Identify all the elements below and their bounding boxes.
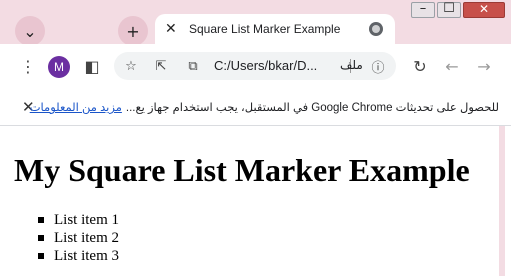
list-item: List item 2 <box>38 229 119 247</box>
new-tab-button[interactable]: + <box>118 16 148 46</box>
reload-icon: ↻ <box>413 56 427 76</box>
infobar-message: للحصول على تحديثات Google Chrome في المس… <box>125 102 499 114</box>
page-heading: My Square List Marker Example <box>14 152 470 188</box>
maximize-icon: ☐ <box>443 1 455 16</box>
list-item-text: List item 2 <box>54 229 119 246</box>
browser-toolbar: ⋮ M ◧ ☆ ⇱ ⧉ C:/Users/bkar/D... ملف ⓘ ↻ ←… <box>0 44 511 88</box>
title-bar: – ☐ ✕ ⌄ + ✕ Square List Marker Example <box>0 0 511 46</box>
tab-close-icon[interactable]: ✕ <box>165 21 183 37</box>
window-controls: – ☐ ✕ <box>411 1 505 18</box>
star-icon[interactable]: ☆ <box>122 57 140 75</box>
side-panel-button[interactable]: ◧ <box>80 54 104 78</box>
learn-more-link[interactable]: مزيد من المعلومات <box>30 100 122 114</box>
maximize-button[interactable]: ☐ <box>437 1 461 18</box>
plus-icon: + <box>126 21 140 41</box>
update-infobar: ✕ للحصول على تحديثات Google Chrome في ال… <box>0 88 511 126</box>
infobar-message-row: للحصول على تحديثات Google Chrome في المس… <box>30 100 499 114</box>
square-marker <box>38 235 44 241</box>
tab-title: Square List Marker Example <box>189 22 341 36</box>
info-icon[interactable]: ⓘ <box>369 57 387 76</box>
list-item-text: List item 1 <box>54 211 119 228</box>
minimize-icon: – <box>419 1 427 16</box>
profile-avatar[interactable]: M <box>48 56 70 78</box>
tab-search-button[interactable]: ⌄ <box>15 16 45 46</box>
list-item: List item 1 <box>38 211 119 229</box>
close-icon: ✕ <box>478 2 490 16</box>
more-vert-icon: ⋮ <box>20 56 36 76</box>
tab-active[interactable]: ✕ Square List Marker Example <box>155 14 395 44</box>
share-icon[interactable]: ⇱ <box>152 57 170 75</box>
square-marker <box>38 217 44 223</box>
file-label: ملف <box>340 58 363 72</box>
globe-icon <box>369 22 383 36</box>
menu-button[interactable]: ⋮ <box>16 54 40 78</box>
chevron-down-icon: ⌄ <box>23 21 37 41</box>
install-icon[interactable]: ⧉ <box>184 57 202 75</box>
arrow-right-icon: → <box>477 56 491 76</box>
square-marker <box>38 253 44 259</box>
minimize-button[interactable]: – <box>411 1 435 18</box>
list-item: List item 3 <box>38 247 119 265</box>
back-button[interactable]: ← <box>440 54 464 78</box>
list-item-text: List item 3 <box>54 247 119 264</box>
url-text[interactable]: C:/Users/bkar/D... <box>214 58 344 73</box>
arrow-left-icon: ← <box>445 56 459 76</box>
square-list: List item 1 List item 2 List item 3 <box>38 211 119 265</box>
sidebar-icon: ◧ <box>84 56 100 76</box>
address-bar[interactable]: ☆ ⇱ ⧉ C:/Users/bkar/D... ملف ⓘ <box>114 52 396 80</box>
close-window-button[interactable]: ✕ <box>463 2 505 18</box>
forward-button[interactable]: → <box>472 54 496 78</box>
reload-button[interactable]: ↻ <box>408 54 432 78</box>
page-content: My Square List Marker Example List item … <box>0 126 505 276</box>
